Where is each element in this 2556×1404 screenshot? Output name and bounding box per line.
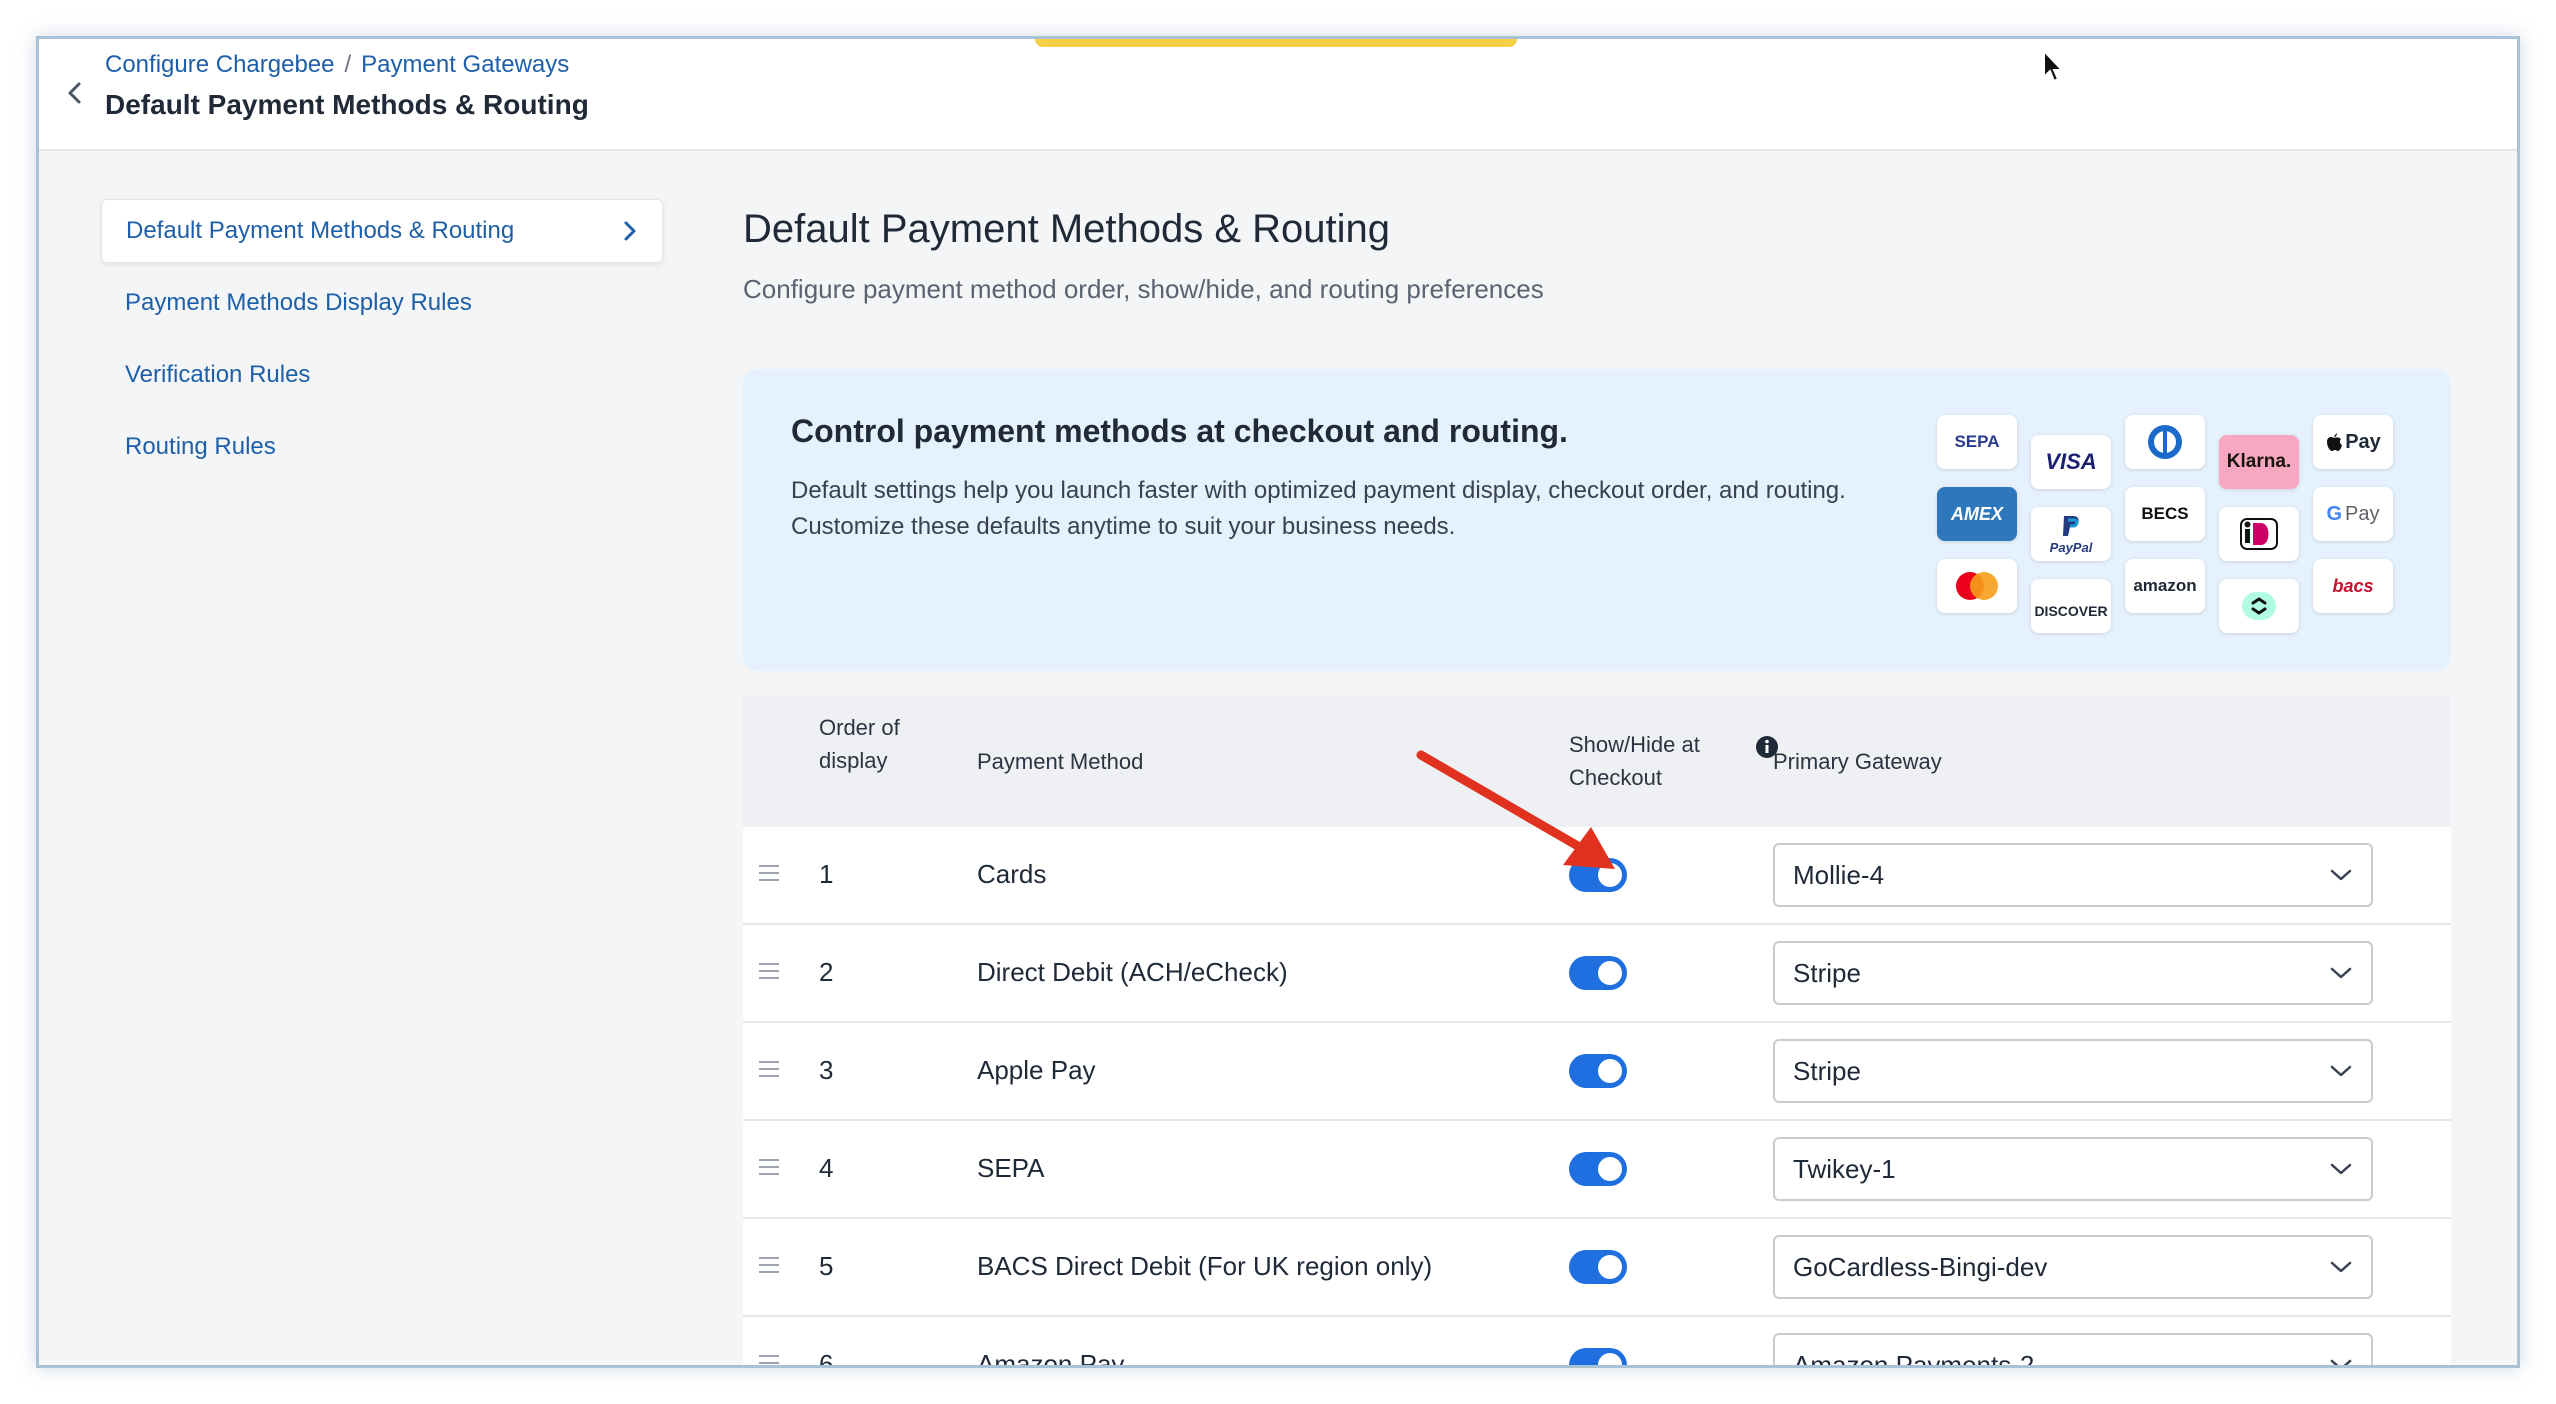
sidebar: Default Payment Methods & Routing Paymen… xyxy=(101,199,663,487)
row-order: 5 xyxy=(819,1251,834,1281)
google-pay-logo: G Pay xyxy=(2313,487,2393,541)
apple-pay-logo: Pay xyxy=(2313,415,2393,469)
discover-logo: DISCOVER xyxy=(2031,579,2111,633)
breadcrumb: Configure Chargebee / Payment Gateways xyxy=(105,51,569,79)
becs-logo: BECS xyxy=(2125,487,2205,541)
row-order: 6 xyxy=(819,1349,834,1368)
column-header-gateway: Primary Gateway xyxy=(1773,749,1942,774)
banner-text: Default settings help you launch faster … xyxy=(791,477,1846,540)
afterpay-logo xyxy=(2219,579,2299,633)
banner-title: Control payment methods at checkout and … xyxy=(791,413,1568,449)
row-order: 2 xyxy=(819,957,834,987)
table-row: 5 BACS Direct Debit (For UK region only)… xyxy=(743,1219,2451,1317)
chevron-down-icon xyxy=(2330,1065,2352,1077)
info-banner: Control payment methods at checkout and … xyxy=(743,369,2451,671)
table-row: 2 Direct Debit (ACH/eCheck) Stripe xyxy=(743,925,2451,1023)
paypal-icon xyxy=(2063,515,2079,536)
row-method: Direct Debit (ACH/eCheck) xyxy=(977,957,1288,987)
row-method: Apple Pay xyxy=(977,1055,1096,1085)
sepa-logo: SEPA xyxy=(1937,415,2017,469)
loading-strip xyxy=(1035,39,1517,47)
gateway-select-value: Stripe xyxy=(1793,1055,1861,1086)
sidebar-item-label: Verification Rules xyxy=(125,361,311,388)
chevron-down-icon xyxy=(2330,967,2352,979)
gateway-select[interactable]: Mollie-4 xyxy=(1773,843,2373,907)
back-button[interactable] xyxy=(51,69,99,117)
drag-handle-icon[interactable] xyxy=(759,1159,779,1177)
row-method: BACS Direct Debit (For UK region only) xyxy=(977,1251,1433,1281)
diners-club-logo xyxy=(2125,415,2205,469)
sidebar-item-label: Routing Rules xyxy=(125,433,276,460)
drag-handle-icon[interactable] xyxy=(759,865,779,883)
section-title: Default Payment Methods & Routing xyxy=(743,207,1391,251)
apple-icon xyxy=(2327,433,2343,451)
gateway-select-value: Stripe xyxy=(1793,957,1861,988)
show-hide-toggle[interactable] xyxy=(1569,1054,1627,1088)
gateway-select[interactable]: Amazon Payments-2 xyxy=(1773,1333,2373,1368)
section-subtitle: Configure payment method order, show/hid… xyxy=(743,274,1544,304)
row-method: Cards xyxy=(977,859,1047,889)
diners-club-icon xyxy=(2148,425,2182,459)
show-hide-toggle[interactable] xyxy=(1569,1250,1627,1284)
gateway-select[interactable]: Stripe xyxy=(1773,1039,2373,1103)
bacs-logo: bacs xyxy=(2313,559,2393,613)
sidebar-item-display-rules[interactable]: Payment Methods Display Rules xyxy=(101,271,663,335)
breadcrumb-separator: / xyxy=(344,51,352,78)
chevron-down-icon xyxy=(2330,1261,2352,1273)
column-header-method: Payment Method xyxy=(977,749,1144,774)
gateway-select[interactable]: Twikey-1 xyxy=(1773,1137,2373,1201)
sidebar-item-default-payment-methods[interactable]: Default Payment Methods & Routing xyxy=(101,199,663,263)
show-hide-toggle[interactable] xyxy=(1569,1348,1627,1365)
app-window: Configure Chargebee / Payment Gateways D… xyxy=(36,36,2520,1368)
breadcrumb-link-configure-chargebee[interactable]: Configure Chargebee xyxy=(105,51,335,79)
ideal-logo xyxy=(2219,507,2299,561)
sidebar-item-verification-rules[interactable]: Verification Rules xyxy=(101,343,663,407)
drag-handle-icon[interactable] xyxy=(759,1355,779,1365)
chevron-down-icon xyxy=(2330,1163,2352,1175)
chevron-left-icon xyxy=(68,82,81,104)
drag-handle-icon[interactable] xyxy=(759,1257,779,1275)
payment-logos: SEPA VISA Klarna. Pay AMEX PayPal BECS G… xyxy=(1937,415,2407,655)
sidebar-item-routing-rules[interactable]: Routing Rules xyxy=(101,415,663,479)
klarna-logo: Klarna. xyxy=(2219,435,2299,489)
table-row: 4 SEPA Twikey-1 xyxy=(743,1121,2451,1219)
show-hide-toggle[interactable] xyxy=(1569,956,1627,990)
column-header-order: Order of display xyxy=(819,715,900,773)
main-content: Default Payment Methods & Routing Config… xyxy=(743,199,2451,1365)
gateway-select[interactable]: Stripe xyxy=(1773,941,2373,1005)
annotation-arrow-icon xyxy=(1416,750,1615,869)
mastercard-icon xyxy=(1956,572,1998,600)
gateway-select-value: Twikey-1 xyxy=(1793,1153,1896,1184)
drag-handle-icon[interactable] xyxy=(759,1061,779,1079)
gateway-select-value: Amazon Payments-2 xyxy=(1793,1349,2035,1368)
gateway-select-value: GoCardless-Bingi-dev xyxy=(1793,1251,2048,1282)
breadcrumb-link-payment-gateways[interactable]: Payment Gateways xyxy=(361,51,569,79)
page-title: Default Payment Methods & Routing xyxy=(105,89,589,120)
afterpay-icon xyxy=(2242,592,2276,620)
mastercard-logo xyxy=(1937,559,2017,613)
row-order: 3 xyxy=(819,1055,834,1085)
chevron-right-icon xyxy=(624,221,636,241)
table-row: 6 Amazon Pay Amazon Payments-2 xyxy=(743,1317,2451,1368)
chevron-down-icon xyxy=(2330,1359,2352,1365)
row-method: SEPA xyxy=(977,1153,1045,1183)
ideal-icon xyxy=(2240,518,2278,550)
top-header: Configure Chargebee / Payment Gateways D… xyxy=(39,39,2517,151)
show-hide-toggle[interactable] xyxy=(1569,1152,1627,1186)
amazon-logo: amazon xyxy=(2125,559,2205,613)
drag-handle-icon[interactable] xyxy=(759,963,779,981)
row-order: 4 xyxy=(819,1153,834,1183)
paypal-logo: PayPal xyxy=(2031,507,2111,561)
row-order: 1 xyxy=(819,859,834,889)
chevron-down-icon xyxy=(2330,869,2352,881)
gateway-select[interactable]: GoCardless-Bingi-dev xyxy=(1773,1235,2373,1299)
row-method: Amazon Pay xyxy=(977,1349,1125,1368)
mouse-cursor-icon xyxy=(2043,49,2065,83)
sidebar-item-label: Payment Methods Display Rules xyxy=(125,289,472,316)
amex-logo: AMEX xyxy=(1937,487,2017,541)
visa-logo: VISA xyxy=(2031,435,2111,489)
table-row: 3 Apple Pay Stripe xyxy=(743,1023,2451,1121)
gateway-select-value: Mollie-4 xyxy=(1793,859,1885,890)
sidebar-item-label: Default Payment Methods & Routing xyxy=(126,217,515,244)
